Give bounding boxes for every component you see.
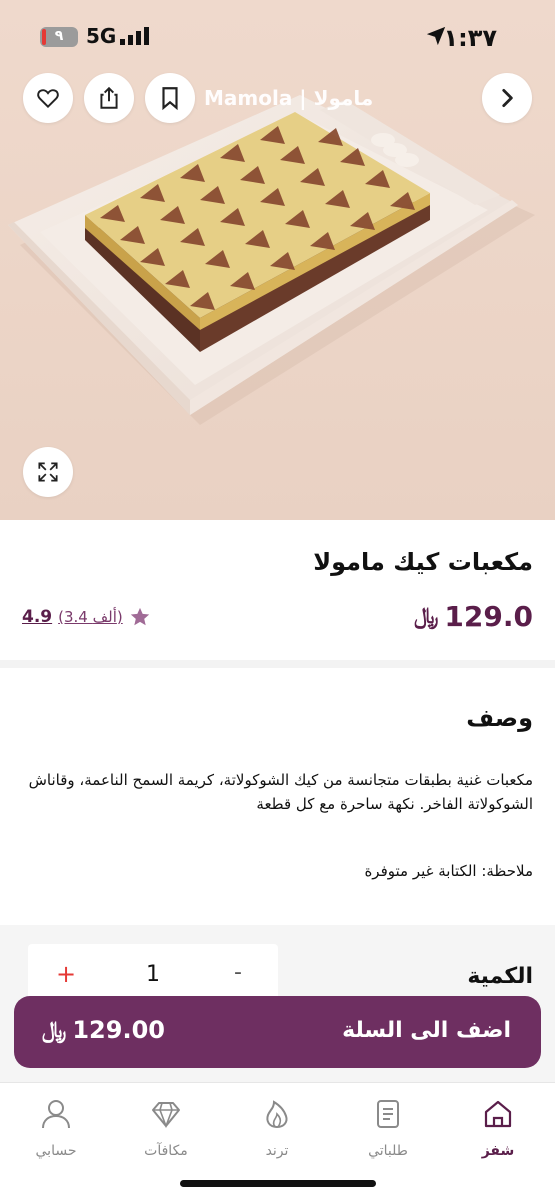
description-heading: وصف [466, 704, 533, 732]
home-indicator [180, 1180, 376, 1187]
description-text: مكعبات غنية بطبقات متجانسة من كيك الشوكو… [28, 771, 533, 813]
tab-trend-label: ترند [265, 1143, 289, 1159]
tab-home[interactable]: شفز [458, 1097, 538, 1159]
quantity-minus-button[interactable]: - [234, 960, 242, 985]
bookmark-icon [162, 87, 178, 111]
tab-rewards-label: مكافآت [144, 1143, 188, 1159]
currency-symbol: ﷼ [42, 1017, 67, 1043]
description-note: ملاحظة: الكتابة غير متوفرة [364, 862, 533, 880]
account-icon [42, 1100, 70, 1129]
bookmark-button[interactable] [145, 73, 195, 123]
rating-count: (3.4 ألف) [58, 608, 123, 626]
orders-icon [377, 1100, 399, 1128]
chevron-right-icon [502, 89, 513, 107]
section-divider [0, 660, 555, 668]
star-icon [130, 607, 149, 626]
expand-image-button[interactable] [23, 447, 73, 497]
product-image [8, 95, 535, 425]
store-brand-title[interactable]: Mamola | مامولا [204, 86, 373, 110]
tab-orders-label: طلباتي [368, 1143, 408, 1159]
currency-symbol: ﷼ [414, 604, 439, 629]
home-icon [484, 1100, 512, 1128]
rating-value: 4.9 [22, 607, 53, 627]
product-title: مكعبات كيك مامولا [313, 548, 533, 576]
tab-orders[interactable]: طلباتي [348, 1097, 428, 1159]
quantity-plus-button[interactable]: + [56, 960, 76, 988]
tab-rewards[interactable]: مكافآت [126, 1097, 206, 1159]
heart-icon [37, 89, 59, 109]
quantity-label: الكمية [467, 964, 533, 989]
back-button[interactable] [482, 73, 532, 123]
quantity-value: 1 [146, 962, 160, 987]
signal-icon [120, 27, 149, 45]
price-value: 129.0 [444, 600, 533, 633]
cart-total: ﷼ 129.00 [42, 1016, 165, 1044]
expand-icon [38, 462, 58, 482]
tab-trend[interactable]: ترند [237, 1097, 317, 1159]
add-to-cart-button[interactable]: اضف الى السلة ﷼ 129.00 [14, 996, 541, 1068]
product-rating[interactable]: 4.9 (3.4 ألف) [22, 606, 151, 628]
product-hero: ٩ 5G ١:٣٧ Mamola | مامولا [0, 0, 555, 520]
network-label: 5G [86, 24, 117, 48]
favorite-button[interactable] [23, 73, 73, 123]
status-bar: ٩ 5G ١:٣٧ [0, 0, 555, 70]
tab-home-label: شفز [481, 1143, 515, 1159]
battery-indicator: ٩ [40, 27, 78, 47]
tab-account-label: حسابي [35, 1143, 77, 1159]
status-time: ١:٣٧ [443, 24, 497, 52]
tab-account[interactable]: حسابي [16, 1097, 96, 1159]
cart-total-value: 129.00 [72, 1016, 165, 1044]
share-icon [100, 86, 118, 109]
battery-level: ٩ [54, 28, 64, 44]
add-to-cart-label: اضف الى السلة [342, 1018, 511, 1043]
diamond-icon [152, 1102, 180, 1129]
share-button[interactable] [84, 73, 134, 123]
trend-icon [266, 1100, 288, 1129]
product-price: ﷼ 129.0 [414, 600, 533, 633]
